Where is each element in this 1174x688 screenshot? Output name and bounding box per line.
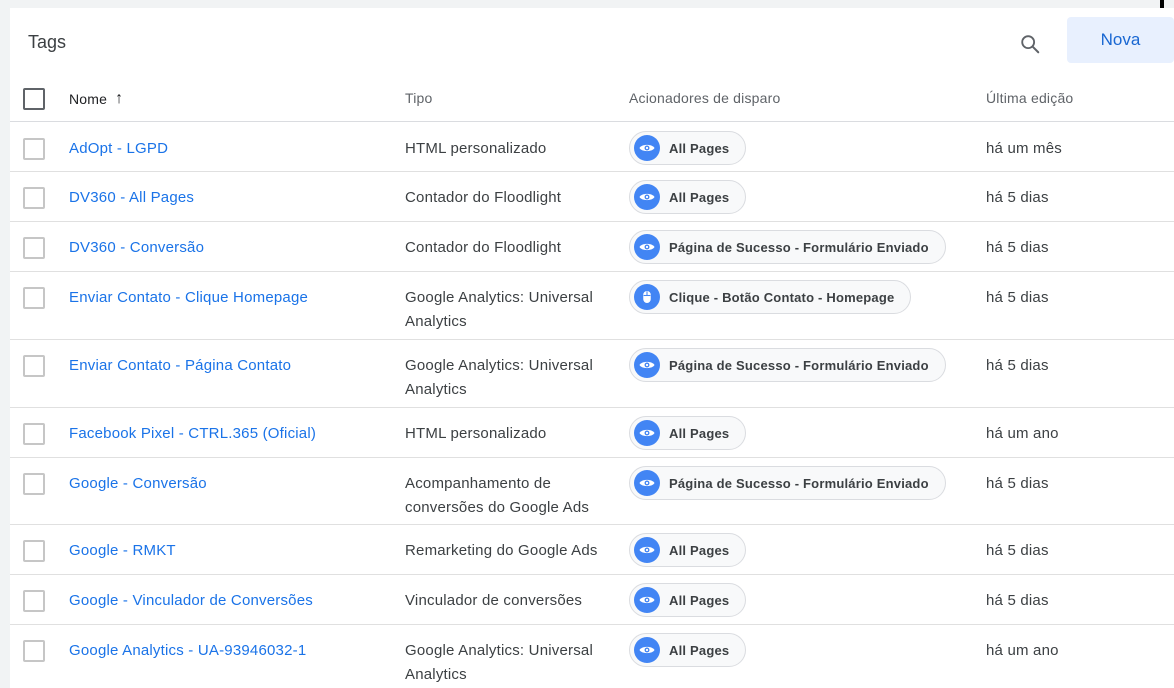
trigger-label: Página de Sucesso - Formulário Enviado bbox=[669, 475, 929, 491]
row-checkbox[interactable] bbox=[23, 473, 45, 495]
tag-name-link[interactable]: Facebook Pixel - CTRL.365 (Oficial) bbox=[69, 422, 316, 446]
trigger-chip[interactable]: Página de Sucesso - Formulário Enviado bbox=[629, 466, 946, 500]
trigger-chip[interactable]: Página de Sucesso - Formulário Enviado bbox=[629, 230, 946, 264]
mouse-icon bbox=[634, 284, 660, 310]
search-icon bbox=[1021, 35, 1040, 54]
last-edited: há um mês bbox=[986, 140, 1062, 157]
tag-name-link[interactable]: Enviar Contato - Clique Homepage bbox=[69, 286, 308, 310]
row-checkbox[interactable] bbox=[23, 640, 45, 662]
search-button[interactable] bbox=[1010, 26, 1050, 62]
eye-icon bbox=[634, 587, 660, 613]
table-header: Nome ↑ Tipo Acionadores de disparo Últim… bbox=[10, 74, 1174, 122]
trigger-chip[interactable]: Clique - Botão Contato - Homepage bbox=[629, 280, 912, 314]
tag-type: HTML personalizado bbox=[405, 425, 547, 442]
page-title: Tags bbox=[28, 32, 67, 52]
top-edge bbox=[0, 0, 1174, 8]
column-name-label: Nome bbox=[69, 91, 108, 107]
last-edited: há um ano bbox=[986, 642, 1059, 659]
table-row[interactable]: Google - RMKT Remarketing do Google Ads Al… bbox=[10, 525, 1174, 575]
tag-type: Vinculador de conversões bbox=[405, 592, 583, 609]
tag-type: Google Analytics: Universal Analytics bbox=[405, 289, 593, 330]
table-row[interactable]: AdOpt - LGPD HTML personalizado All Pages h… bbox=[10, 123, 1174, 172]
table-row[interactable]: Google - Conversão Acompanhamento de conv… bbox=[10, 458, 1174, 525]
table-row[interactable]: DV360 - Conversão Contador do Floodlight P… bbox=[10, 222, 1174, 272]
tag-type: Google Analytics: Universal Analytics bbox=[405, 642, 593, 683]
sort-arrow-up-icon: ↑ bbox=[115, 90, 124, 107]
tag-name-link[interactable]: DV360 - Conversão bbox=[69, 236, 204, 260]
tag-type: Acompanhamento de conversões do Google A… bbox=[405, 475, 590, 516]
last-edited: há 5 dias bbox=[986, 592, 1049, 609]
eye-icon bbox=[634, 537, 660, 563]
trigger-label: All Pages bbox=[669, 140, 730, 156]
last-edited: há 5 dias bbox=[986, 542, 1049, 559]
tag-type: Contador do Floodlight bbox=[405, 189, 562, 206]
tag-name-link[interactable]: Google - Conversão bbox=[69, 472, 207, 496]
trigger-chip[interactable]: All Pages bbox=[629, 633, 747, 667]
row-checkbox[interactable] bbox=[23, 187, 45, 209]
eye-icon bbox=[634, 135, 660, 161]
column-header-triggers[interactable]: Acionadores de disparo bbox=[629, 90, 781, 106]
tag-name-link[interactable]: DV360 - All Pages bbox=[69, 186, 194, 210]
eye-icon bbox=[634, 637, 660, 663]
tag-name-link[interactable]: Google - Vinculador de Conversões bbox=[69, 589, 313, 613]
trigger-chip[interactable]: All Pages bbox=[629, 131, 747, 165]
eye-icon bbox=[634, 352, 660, 378]
column-header-name[interactable]: Nome ↑ bbox=[69, 90, 123, 108]
tags-panel: Tags Nova Nome ↑ Tipo Acionadores de dis… bbox=[10, 8, 1174, 688]
trigger-label: Página de Sucesso - Formulário Enviado bbox=[669, 239, 929, 255]
last-edited: há 5 dias bbox=[986, 189, 1049, 206]
row-checkbox[interactable] bbox=[23, 355, 45, 377]
trigger-label: All Pages bbox=[669, 189, 730, 205]
tag-type: Remarketing do Google Ads bbox=[405, 542, 598, 559]
row-checkbox[interactable] bbox=[23, 237, 45, 259]
table-row[interactable]: Google Analytics - UA-93946032-1 Google A… bbox=[10, 625, 1174, 683]
column-header-type[interactable]: Tipo bbox=[405, 90, 433, 106]
trigger-label: Clique - Botão Contato - Homepage bbox=[669, 289, 895, 305]
trigger-chip[interactable]: All Pages bbox=[629, 533, 747, 567]
trigger-label: All Pages bbox=[669, 425, 730, 441]
tag-name-link[interactable]: AdOpt - LGPD bbox=[69, 137, 168, 161]
eye-icon bbox=[634, 234, 660, 260]
row-checkbox[interactable] bbox=[23, 590, 45, 612]
select-all-checkbox[interactable] bbox=[23, 88, 45, 110]
trigger-chip[interactable]: Página de Sucesso - Formulário Enviado bbox=[629, 348, 946, 382]
last-edited: há 5 dias bbox=[986, 239, 1049, 256]
tag-name-link[interactable]: Google Analytics - UA-93946032-1 bbox=[69, 639, 306, 663]
trigger-label: Página de Sucesso - Formulário Enviado bbox=[669, 357, 929, 373]
trigger-chip[interactable]: All Pages bbox=[629, 583, 747, 617]
last-edited: há um ano bbox=[986, 425, 1059, 442]
left-edge bbox=[0, 0, 10, 688]
row-checkbox[interactable] bbox=[23, 287, 45, 309]
row-checkbox[interactable] bbox=[23, 540, 45, 562]
tag-type: Google Analytics: Universal Analytics bbox=[405, 357, 593, 398]
last-edited: há 5 dias bbox=[986, 289, 1049, 306]
tag-type: HTML personalizado bbox=[405, 140, 547, 157]
last-edited: há 5 dias bbox=[986, 475, 1049, 492]
tag-name-link[interactable]: Google - RMKT bbox=[69, 539, 176, 563]
table-row[interactable]: Facebook Pixel - CTRL.365 (Oficial) HTML … bbox=[10, 408, 1174, 458]
trigger-label: All Pages bbox=[669, 542, 730, 558]
trigger-chip[interactable]: All Pages bbox=[629, 416, 747, 450]
trigger-label: All Pages bbox=[669, 592, 730, 608]
eye-icon bbox=[634, 470, 660, 496]
column-header-last-edit[interactable]: Última edição bbox=[986, 90, 1073, 106]
eye-icon bbox=[634, 184, 660, 210]
tag-name-link[interactable]: Enviar Contato - Página Contato bbox=[69, 354, 291, 378]
table-row[interactable]: Enviar Contato - Clique Homepage Google A… bbox=[10, 272, 1174, 340]
tag-type: Contador do Floodlight bbox=[405, 239, 562, 256]
row-checkbox[interactable] bbox=[23, 138, 45, 160]
row-checkbox[interactable] bbox=[23, 423, 45, 445]
table-row[interactable]: Enviar Contato - Página Contato Google An… bbox=[10, 340, 1174, 408]
trigger-chip[interactable]: All Pages bbox=[629, 180, 747, 214]
eye-icon bbox=[634, 420, 660, 446]
table-row[interactable]: Google - Vinculador de Conversões Vincula… bbox=[10, 575, 1174, 625]
table-row[interactable]: DV360 - All Pages Contador do Floodlight A… bbox=[10, 172, 1174, 222]
new-tag-button[interactable]: Nova bbox=[1067, 17, 1174, 63]
trigger-label: All Pages bbox=[669, 642, 730, 658]
last-edited: há 5 dias bbox=[986, 357, 1049, 374]
